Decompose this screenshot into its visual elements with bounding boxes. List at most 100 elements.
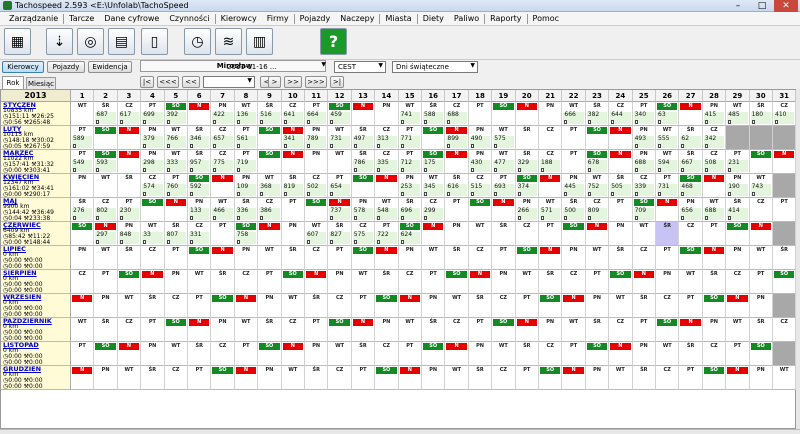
day-cell[interactable]: ŚR 276 (71, 198, 95, 222)
day-cell[interactable]: SO (422, 342, 446, 366)
day-cell[interactable]: N (117, 342, 142, 366)
day-cell[interactable]: N (562, 366, 586, 390)
day-cell[interactable]: PN (422, 294, 446, 318)
day-cell[interactable]: ŚR (539, 270, 563, 294)
day-cell[interactable]: N (164, 198, 188, 222)
day-cell[interactable]: WT (71, 102, 95, 126)
day-cell[interactable]: N (609, 126, 633, 150)
tab-rok[interactable]: Rok (2, 76, 24, 89)
day-cell[interactable]: SO (375, 366, 399, 390)
day-cell[interactable]: CZ (632, 246, 656, 270)
day-cell[interactable]: SO (702, 366, 727, 390)
day-cell[interactable]: SO 392 (164, 102, 188, 126)
day-cell[interactable]: PT (679, 366, 703, 390)
day-cell[interactable]: N (71, 294, 95, 318)
day-cell[interactable]: WT 33 (141, 222, 165, 246)
day-cell[interactable]: CZ (515, 222, 539, 246)
day-cell[interactable]: N (515, 102, 539, 126)
day-cell[interactable]: N (375, 246, 399, 270)
day-cell[interactable]: N (562, 294, 586, 318)
day-cell[interactable]: PT (656, 246, 680, 270)
day-cell[interactable]: SO (492, 318, 516, 342)
day-cell[interactable]: N (468, 270, 493, 294)
day-cell[interactable]: PN 133 (188, 198, 212, 222)
menu-10[interactable]: Paliwo (449, 14, 484, 23)
day-cell[interactable]: N (679, 102, 703, 126)
day-cell[interactable]: ŚR 957 (188, 150, 212, 174)
day-cell[interactable]: N (281, 150, 305, 174)
day-cell[interactable]: PN 298 (141, 150, 165, 174)
day-cell[interactable]: PT (234, 342, 259, 366)
day-cell[interactable]: WT 741 (398, 102, 422, 126)
next2-button[interactable]: >> (284, 76, 302, 88)
day-cell[interactable]: N (117, 126, 142, 150)
day-cell[interactable]: PT (468, 318, 493, 342)
day-cell[interactable]: N (539, 246, 563, 270)
month-summary[interactable]: GRUDZIEŃ 0 km ◷0:00 ⚒0:00 ◷0:00 ⚒0:00 (1, 366, 71, 390)
day-cell[interactable]: ŚR (468, 366, 493, 390)
day-cell[interactable]: CZ (492, 294, 516, 318)
day-cell[interactable]: N (632, 270, 656, 294)
day-cell[interactable]: SO (679, 246, 703, 270)
day-cell[interactable]: PN 493 (632, 126, 656, 150)
day-cell[interactable]: ŚR (679, 342, 703, 366)
drivers-grid-icon[interactable]: ▦ (4, 28, 31, 55)
day-cell[interactable]: PN (94, 294, 118, 318)
day-cell[interactable]: CZ 508 (702, 150, 727, 174)
day-cell[interactable]: PT (585, 270, 610, 294)
prev2-button[interactable]: << (182, 76, 200, 88)
day-cell[interactable]: PN (632, 342, 656, 366)
day-cell[interactable]: N (445, 342, 469, 366)
day-cell[interactable]: N (141, 270, 165, 294)
day-cell[interactable]: WT (773, 366, 797, 390)
day-cell[interactable]: WT (398, 318, 422, 342)
card-reader-icon[interactable]: ⇣ (46, 28, 73, 55)
day-cell[interactable]: PN 415 (702, 102, 727, 126)
day-cell[interactable]: ŚR (515, 126, 539, 150)
day-cell[interactable]: SO (726, 222, 750, 246)
menu-1[interactable]: Tarcze (64, 14, 99, 23)
day-cell[interactable]: CZ 688 (445, 102, 469, 126)
day-cell[interactable]: PN (749, 366, 773, 390)
day-cell[interactable]: PN (94, 366, 118, 390)
tachograph-disk-icon[interactable]: ◎ (77, 28, 104, 55)
close-button[interactable]: ✕ (774, 0, 798, 12)
day-cell[interactable]: PN 266 (515, 198, 539, 222)
day-cell[interactable]: ŚR 588 (422, 102, 446, 126)
day-cell[interactable]: ŚR 180 (749, 102, 773, 126)
month-summary[interactable]: MARZEC 11022 km ◷157:41 ⚒31:32 ◷0:00 ⚒303:4… (1, 150, 71, 174)
day-cell[interactable]: N (351, 318, 376, 342)
day-cell[interactable]: WT 571 (539, 198, 563, 222)
day-cell[interactable]: WT (562, 318, 586, 342)
day-cell[interactable]: SO 175 (422, 150, 446, 174)
day-cell-empty[interactable] (773, 174, 797, 198)
day-cell[interactable]: PT 561 (234, 126, 259, 150)
day-cell[interactable]: WT (234, 318, 259, 342)
timezone-select[interactable]: CEST ▼ (334, 61, 386, 73)
day-cell[interactable]: CZ (305, 246, 329, 270)
day-cell[interactable]: PN (585, 366, 610, 390)
day-cell[interactable]: N (445, 150, 469, 174)
day-cell[interactable]: CZ 502 (305, 174, 329, 198)
date-field[interactable]: 2011-11-16 ... ▼ (224, 61, 328, 73)
clock-icon[interactable]: ◷ (184, 28, 211, 55)
day-cell[interactable]: PT (351, 366, 376, 390)
day-cell[interactable]: PT 699 (141, 102, 165, 126)
day-cell[interactable]: PN (211, 318, 235, 342)
day-cell[interactable]: WT (468, 222, 493, 246)
day-cell[interactable]: N (398, 294, 422, 318)
day-cell[interactable]: WT (351, 270, 376, 294)
day-cell[interactable]: ŚR (609, 246, 633, 270)
day-cell[interactable]: WT 466 (211, 198, 235, 222)
day-cell[interactable]: WT 555 (656, 126, 680, 150)
day-cell[interactable]: ŚR (188, 342, 212, 366)
day-cell[interactable]: N (773, 150, 797, 174)
day-cell-empty[interactable] (773, 126, 797, 150)
day-cell[interactable]: ŚR 382 (585, 102, 610, 126)
day-cell[interactable]: SO (141, 198, 165, 222)
day-cell[interactable]: SO (422, 126, 446, 150)
menu-8[interactable]: Miasta (380, 14, 416, 23)
month-summary[interactable]: STYCZEŃ 10835 km ◷151:11 ⚒26:25 ◷0:56 ⚒265:… (1, 102, 71, 126)
day-cell[interactable]: PN (375, 318, 399, 342)
day-cell[interactable]: CZ (281, 318, 305, 342)
